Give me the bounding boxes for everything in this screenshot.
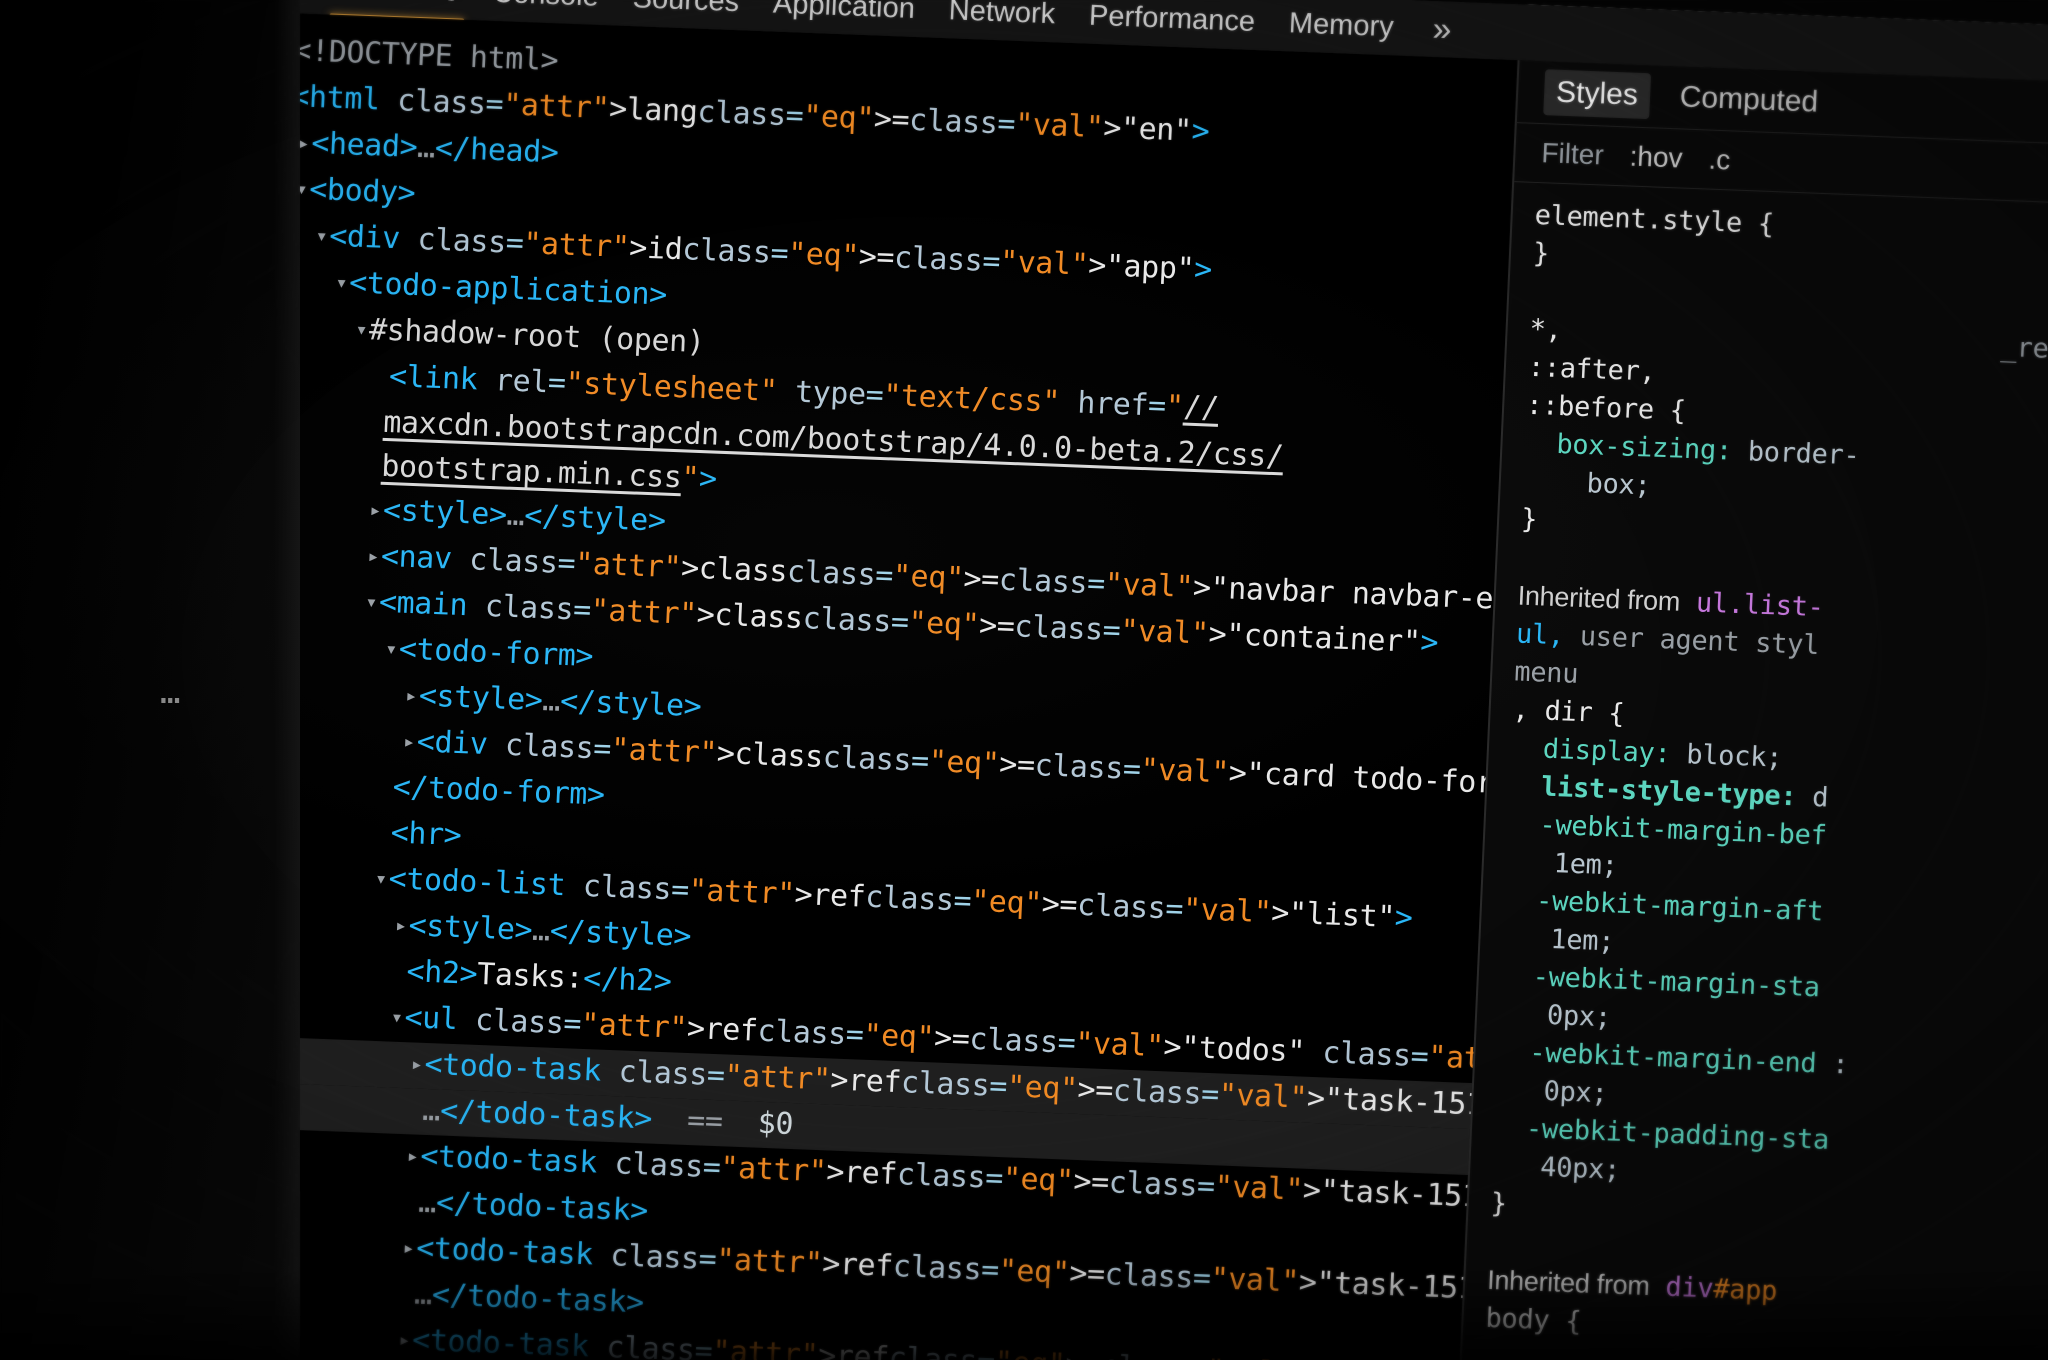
tab-memory[interactable]: Memory <box>1271 0 1412 50</box>
dom-tree-ellipsis: … <box>160 672 184 712</box>
disclosure-triangle-icon[interactable]: ▸ <box>410 1051 423 1075</box>
disclosure-triangle-icon[interactable]: ▾ <box>365 589 378 613</box>
styles-rules-list: element.style {} *, _reboot.s::after,::be… <box>1463 182 2048 1360</box>
disclosure-triangle-icon[interactable]: ▾ <box>315 223 328 247</box>
monitor-bezel-left <box>0 0 300 1360</box>
dom-tree-panel[interactable]: <!DOCTYPE html> <html class="attr">langc… <box>200 11 1536 1360</box>
tab-sources[interactable]: Sources <box>615 0 757 25</box>
tab-application[interactable]: Application <box>755 0 933 32</box>
disclosure-triangle-icon[interactable]: ▸ <box>398 1327 411 1351</box>
tab-computed[interactable]: Computed <box>1667 74 1831 126</box>
styles-filter-input[interactable]: Filter <box>1541 137 1605 171</box>
cls-toggle-button[interactable]: .c <box>1708 144 1731 177</box>
disclosure-triangle-icon[interactable]: ▾ <box>335 270 348 294</box>
disclosure-triangle-icon[interactable]: ▸ <box>394 913 407 937</box>
disclosure-triangle-icon[interactable]: ▸ <box>403 729 416 753</box>
disclosure-triangle-icon[interactable]: ▾ <box>390 1005 403 1029</box>
disclosure-triangle-icon[interactable]: ▸ <box>406 1143 419 1167</box>
tab-performance[interactable]: Performance <box>1071 0 1273 45</box>
monitor-screen: Elements Console Sources Application Net… <box>200 0 2048 1360</box>
disclosure-triangle-icon[interactable]: ▾ <box>355 317 368 341</box>
tab-elements[interactable]: Elements <box>320 0 477 15</box>
disclosure-triangle-icon[interactable]: ▾ <box>385 636 398 660</box>
hov-toggle-button[interactable]: :hov <box>1629 141 1683 175</box>
disclosure-triangle-icon[interactable]: ▸ <box>402 1235 415 1259</box>
tab-network[interactable]: Network <box>931 0 1073 37</box>
tab-overflow-chevron-icon[interactable]: » <box>1409 3 1469 56</box>
disclosure-triangle-icon[interactable]: ▾ <box>375 866 388 890</box>
disclosure-triangle-icon[interactable]: ▸ <box>367 543 380 567</box>
styles-panel[interactable]: Styles Computed Filter :hov .c element.s… <box>1454 60 2048 1360</box>
disclosure-triangle-icon[interactable]: ▸ <box>405 683 418 707</box>
disclosure-triangle-icon[interactable]: ▸ <box>369 497 382 521</box>
photo-of-screen: Elements Console Sources Application Net… <box>0 0 2048 1360</box>
tab-styles[interactable]: Styles <box>1543 69 1651 120</box>
tab-console[interactable]: Console <box>474 0 616 20</box>
